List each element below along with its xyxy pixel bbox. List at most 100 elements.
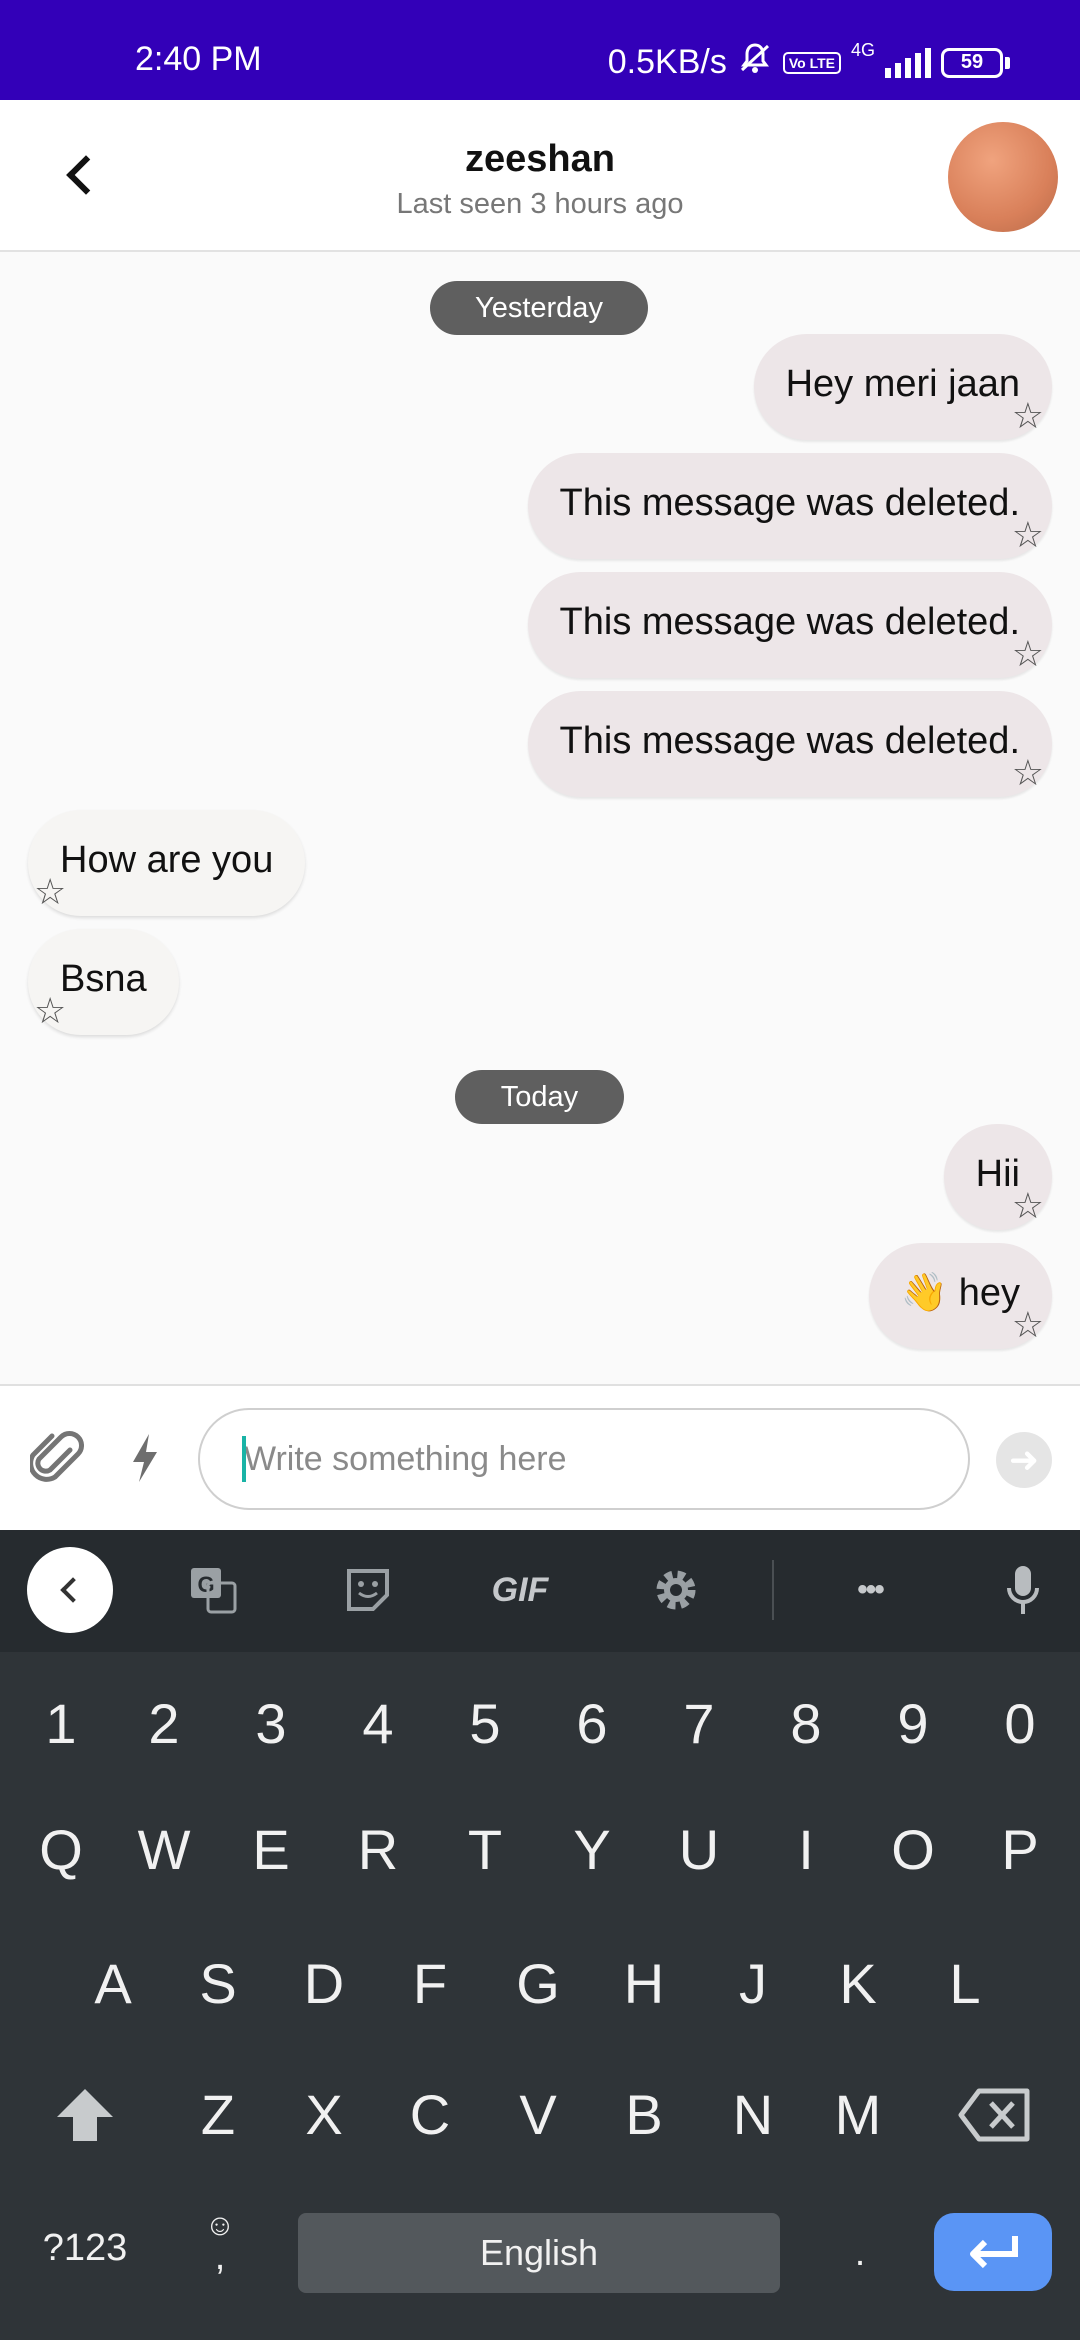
star-icon[interactable]: ☆ xyxy=(1012,1307,1044,1343)
key-a[interactable]: A xyxy=(63,1944,163,2024)
key-e[interactable]: E xyxy=(221,1810,321,1890)
message-incoming[interactable]: How are you ☆ xyxy=(28,810,306,916)
symbols-key[interactable]: ?123 xyxy=(30,2208,140,2288)
attach-button[interactable] xyxy=(28,1428,84,1488)
star-icon[interactable]: ☆ xyxy=(1012,636,1044,672)
message-composer: ➜ xyxy=(0,1384,1080,1530)
lightning-icon xyxy=(133,1434,157,1482)
translate-button[interactable]: G xyxy=(185,1560,241,1620)
message-outgoing[interactable]: This message was deleted. ☆ xyxy=(527,572,1052,678)
key-c[interactable]: C xyxy=(380,2075,480,2155)
star-icon[interactable]: ☆ xyxy=(1012,517,1044,553)
key-w[interactable]: W xyxy=(114,1810,214,1890)
battery-level: 59 xyxy=(941,47,1003,78)
message-outgoing[interactable]: This message was deleted. ☆ xyxy=(527,453,1052,559)
translate-icon: G xyxy=(191,1568,237,1614)
star-icon[interactable]: ☆ xyxy=(1012,1188,1044,1224)
key-3[interactable]: 3 xyxy=(221,1684,321,1764)
key-x[interactable]: X xyxy=(274,2075,374,2155)
message-incoming[interactable]: Bsna ☆ xyxy=(28,929,179,1035)
key-u[interactable]: U xyxy=(649,1810,749,1890)
text-cursor xyxy=(242,1436,246,1482)
date-separator-today: Today xyxy=(455,1070,624,1124)
paperclip-icon xyxy=(28,1431,84,1482)
key-4[interactable]: 4 xyxy=(328,1684,428,1764)
key-o[interactable]: O xyxy=(863,1810,963,1890)
key-7[interactable]: 7 xyxy=(649,1684,749,1764)
key-0[interactable]: 0 xyxy=(970,1684,1070,1764)
message-text: Hey meri jaan xyxy=(785,363,1020,405)
star-icon[interactable]: ☆ xyxy=(1012,398,1044,434)
period-key[interactable]: . xyxy=(830,2213,890,2293)
quick-reply-button[interactable] xyxy=(125,1430,165,1486)
toolbar-divider xyxy=(772,1560,774,1620)
enter-arrow-icon xyxy=(970,2236,1018,2269)
key-d[interactable]: D xyxy=(274,1944,374,2024)
chevron-left-icon xyxy=(60,1577,86,1603)
contact-name[interactable]: zeeshan xyxy=(0,138,1080,181)
key-1[interactable]: 1 xyxy=(11,1684,111,1764)
message-list[interactable]: Yesterday Hey meri jaan ☆ This message w… xyxy=(0,254,1080,1384)
key-y[interactable]: Y xyxy=(542,1810,642,1890)
star-icon[interactable]: ☆ xyxy=(1012,755,1044,791)
key-t[interactable]: T xyxy=(435,1810,535,1890)
network-speed: 0.5KB/s xyxy=(607,43,727,81)
key-p[interactable]: P xyxy=(970,1810,1070,1890)
message-text: This message was deleted. xyxy=(559,482,1020,524)
message-text: This message was deleted. xyxy=(559,720,1020,762)
key-6[interactable]: 6 xyxy=(542,1684,642,1764)
key-k[interactable]: K xyxy=(808,1944,908,2024)
sticker-button[interactable] xyxy=(340,1560,396,1620)
more-options-button[interactable]: ••• xyxy=(838,1560,902,1620)
enter-key[interactable] xyxy=(934,2213,1052,2291)
message-outgoing[interactable]: 👋 hey ☆ xyxy=(868,1243,1052,1349)
network-type: 4G xyxy=(850,40,875,60)
key-r[interactable]: R xyxy=(328,1810,428,1890)
status-time: 2:40 PM xyxy=(135,40,262,78)
keyboard-collapse-button[interactable] xyxy=(27,1547,113,1633)
shift-key[interactable] xyxy=(35,2075,135,2155)
key-n[interactable]: N xyxy=(703,2075,803,2155)
message-outgoing[interactable]: This message was deleted. ☆ xyxy=(527,691,1052,797)
star-icon[interactable]: ☆ xyxy=(34,874,66,910)
key-m[interactable]: M xyxy=(808,2075,908,2155)
space-key[interactable]: English xyxy=(298,2213,780,2293)
backspace-key[interactable] xyxy=(940,2075,1050,2155)
key-h[interactable]: H xyxy=(594,1944,694,2024)
status-indicators: 0.5KB/s Vo LTE 4G 59 xyxy=(608,40,1010,85)
avatar[interactable] xyxy=(948,122,1058,232)
key-2[interactable]: 2 xyxy=(114,1684,214,1764)
microphone-icon xyxy=(1007,1566,1039,1614)
settings-button[interactable] xyxy=(648,1560,704,1620)
key-f[interactable]: F xyxy=(380,1944,480,2024)
key-b[interactable]: B xyxy=(594,2075,694,2155)
key-v[interactable]: V xyxy=(488,2075,588,2155)
voice-input-button[interactable] xyxy=(998,1560,1048,1620)
comma-key[interactable]: , xyxy=(190,2232,250,2282)
status-bar: 2:40 PM 0.5KB/s Vo LTE 4G 59 xyxy=(0,0,1080,100)
star-icon[interactable]: ☆ xyxy=(34,993,66,1029)
key-5[interactable]: 5 xyxy=(435,1684,535,1764)
key-s[interactable]: S xyxy=(168,1944,268,2024)
keyboard-toolbar: G GIF ••• xyxy=(0,1530,1080,1652)
gear-icon xyxy=(656,1570,696,1610)
key-9[interactable]: 9 xyxy=(863,1684,963,1764)
key-l[interactable]: L xyxy=(915,1944,1015,2024)
message-outgoing[interactable]: Hii ☆ xyxy=(943,1124,1052,1230)
key-g[interactable]: G xyxy=(488,1944,588,2024)
message-input[interactable] xyxy=(198,1408,970,1510)
chat-header: zeeshan Last seen 3 hours ago xyxy=(0,100,1080,252)
last-seen-status: Last seen 3 hours ago xyxy=(396,188,684,220)
message-outgoing[interactable]: Hey meri jaan ☆ xyxy=(753,334,1052,440)
send-button[interactable]: ➜ xyxy=(996,1432,1052,1488)
key-j[interactable]: J xyxy=(703,1944,803,2024)
key-z[interactable]: Z xyxy=(168,2075,268,2155)
key-q[interactable]: Q xyxy=(11,1810,111,1890)
key-i[interactable]: I xyxy=(756,1810,856,1890)
send-arrow-icon: ➜ xyxy=(1008,1439,1040,1480)
gif-button[interactable]: GIF xyxy=(480,1560,560,1620)
date-separator-yesterday: Yesterday xyxy=(430,281,648,335)
sticker-icon xyxy=(347,1569,389,1611)
key-8[interactable]: 8 xyxy=(756,1684,856,1764)
volte-badge: Vo LTE xyxy=(782,51,841,74)
